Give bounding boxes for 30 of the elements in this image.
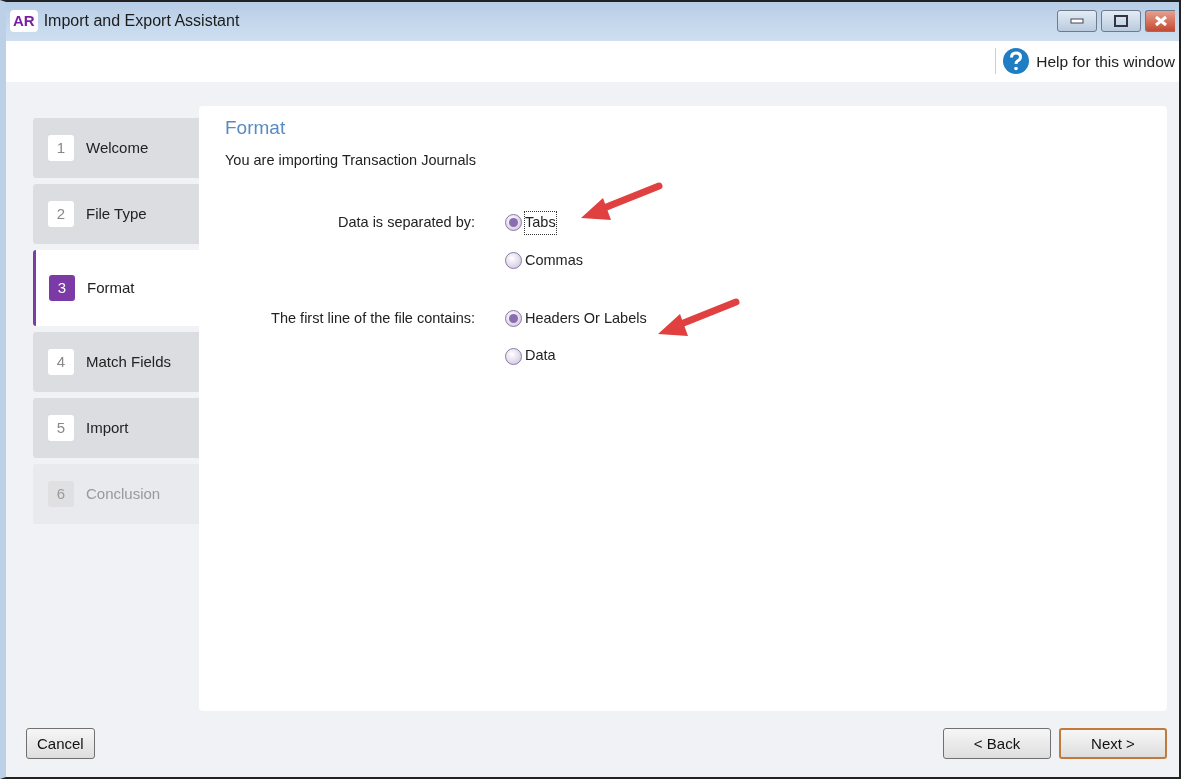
- step-tab[interactable]: 2 File Type: [33, 183, 199, 244]
- help-link[interactable]: Help for this window: [1002, 47, 1175, 76]
- radio-button[interactable]: [505, 214, 522, 232]
- step-tab[interactable]: 1 Welcome: [33, 117, 199, 178]
- group-label: Data is separated by:: [336, 213, 476, 233]
- radio-button[interactable]: [505, 252, 522, 270]
- maximize-button[interactable]: [1101, 10, 1141, 33]
- radio-option[interactable]: Tabs: [505, 212, 1141, 234]
- group-label: The first line of the file contains:: [270, 308, 476, 328]
- step-tab[interactable]: 5 Import: [33, 397, 199, 458]
- section-heading: Format: [225, 115, 287, 140]
- maximize-icon: [1114, 15, 1128, 28]
- close-icon: [1153, 15, 1168, 28]
- radio-option[interactable]: Data: [505, 345, 1141, 368]
- cancel-button[interactable]: Cancel: [26, 728, 95, 760]
- radio-button[interactable]: [505, 309, 522, 327]
- minimize-button[interactable]: [1057, 10, 1097, 33]
- back-button[interactable]: < Back: [943, 728, 1051, 760]
- next-button[interactable]: Next >: [1059, 728, 1167, 760]
- radio-option[interactable]: Headers Or Labels: [505, 307, 1141, 330]
- window-title: Import and Export Assistant: [43, 11, 240, 32]
- minimize-icon: [1070, 18, 1084, 25]
- help-icon: [1002, 47, 1031, 76]
- step-tab[interactable]: 4 Match Fields: [33, 331, 199, 392]
- step-tab[interactable]: 3 Format: [33, 249, 199, 326]
- radio-button[interactable]: [505, 347, 522, 365]
- app-logo: AR: [10, 10, 38, 33]
- intro-text: You are importing Transaction Journals: [225, 151, 477, 171]
- radio-option[interactable]: Commas: [505, 249, 1141, 272]
- close-button[interactable]: [1145, 10, 1175, 33]
